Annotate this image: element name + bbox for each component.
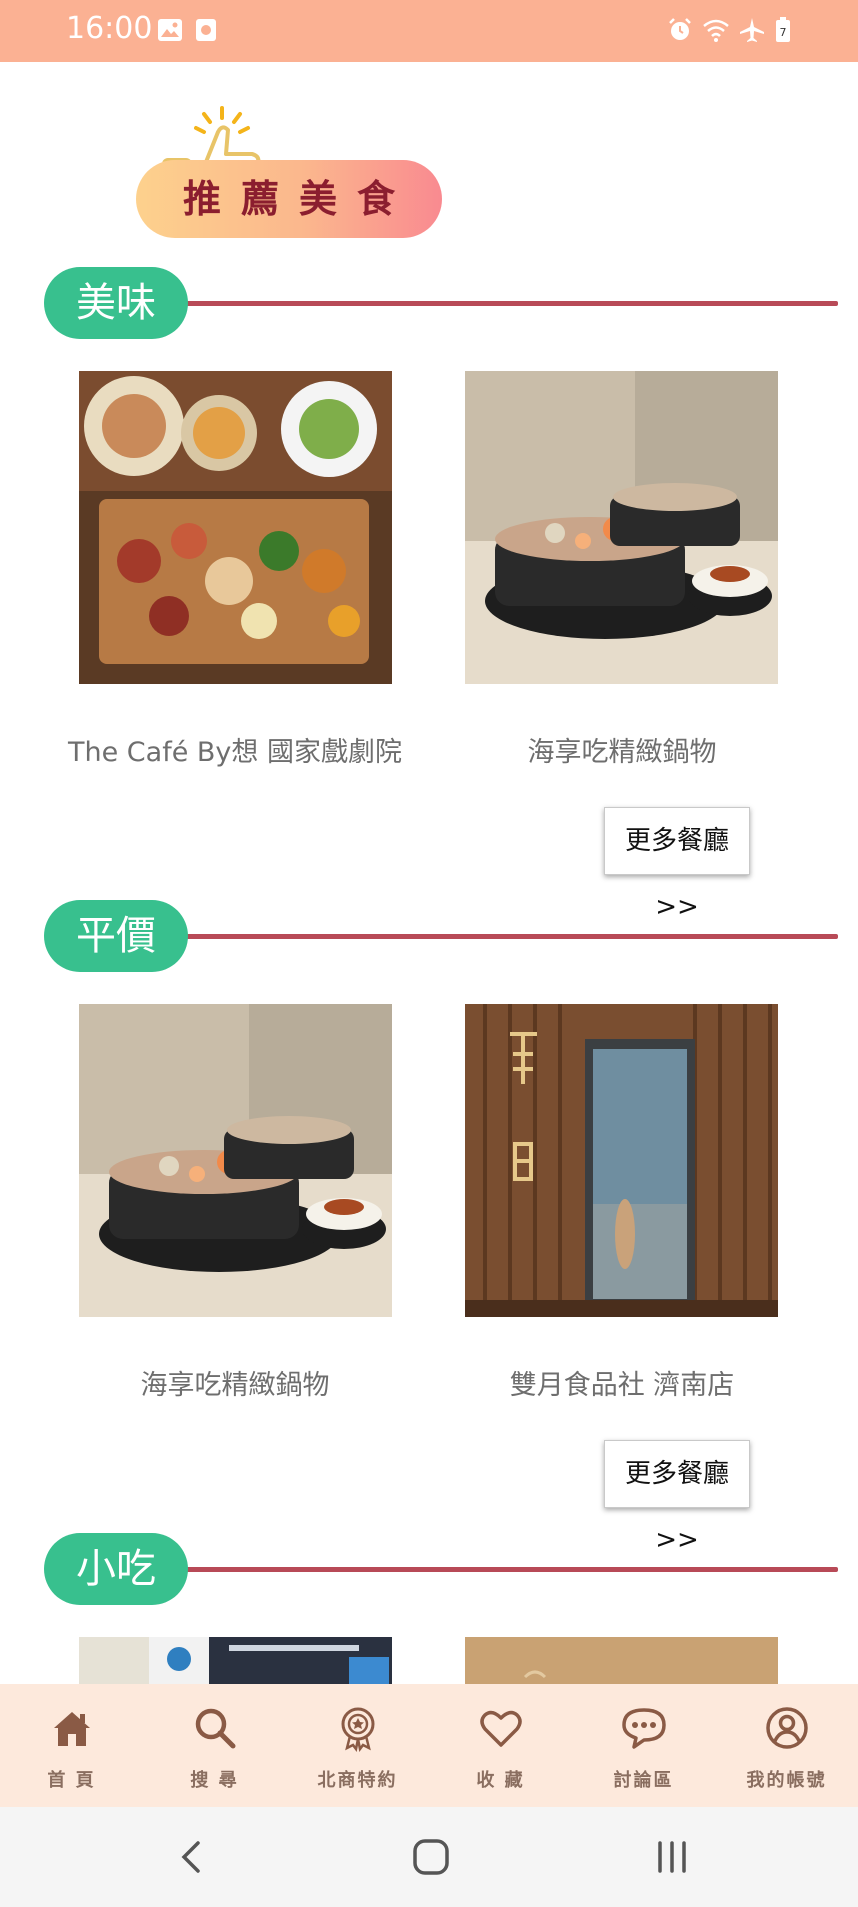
restaurant-card-image[interactable] bbox=[79, 1004, 392, 1317]
hero-title: 推薦美食 bbox=[182, 176, 415, 221]
content-scroll-area[interactable]: 推薦美食 美味 The Café By想 國家戲劇院 海享吃精緻鍋物 更多餐廳>… bbox=[0, 62, 858, 1684]
section-divider bbox=[184, 934, 838, 939]
wifi-icon bbox=[703, 19, 729, 42]
more-restaurants-button[interactable]: 更多餐廳>> bbox=[604, 807, 750, 922]
hotpot-food-photo bbox=[465, 371, 778, 684]
home-circle-icon[interactable] bbox=[411, 1835, 451, 1879]
nav-label: 首 頁 bbox=[47, 1770, 96, 1791]
nav-label: 討論區 bbox=[613, 1770, 674, 1791]
chat-icon bbox=[621, 1708, 666, 1749]
section-divider bbox=[184, 301, 838, 306]
battery-level: 7 bbox=[780, 26, 787, 39]
nav-label: 搜 尋 bbox=[190, 1770, 239, 1791]
section-label: 小吃 bbox=[44, 1533, 188, 1605]
image-icon bbox=[158, 19, 182, 41]
status-time: 16:00 bbox=[66, 11, 153, 46]
nav-item-search[interactable]: 搜 尋 bbox=[143, 1684, 286, 1807]
heart-icon bbox=[479, 1710, 522, 1747]
restaurant-card-image[interactable] bbox=[79, 371, 392, 684]
bottom-navigation: 首 頁 搜 尋 北商特約 收 藏 討論區 我的帳號 bbox=[0, 1684, 858, 1807]
home-icon bbox=[53, 1712, 90, 1746]
restaurant-card-title[interactable]: The Café By想 國家戲劇院 bbox=[40, 730, 430, 769]
alarm-icon bbox=[669, 18, 691, 40]
section-label: 平價 bbox=[44, 900, 188, 972]
nav-item-partners[interactable]: 北商特約 bbox=[286, 1684, 429, 1807]
status-bar: 16:00 7 bbox=[0, 0, 858, 62]
section-divider bbox=[184, 1567, 838, 1572]
restaurant-card-title[interactable]: 海享吃精緻鍋物 bbox=[40, 1363, 430, 1402]
section-header-snacks: 小吃 bbox=[44, 1533, 838, 1605]
nav-item-home[interactable]: 首 頁 bbox=[0, 1684, 143, 1807]
recents-icon[interactable] bbox=[652, 1837, 692, 1877]
back-icon[interactable] bbox=[172, 1837, 212, 1877]
nav-label: 我的帳號 bbox=[746, 1770, 827, 1791]
nav-label: 北商特約 bbox=[317, 1770, 398, 1791]
restaurant-card-image[interactable] bbox=[465, 1004, 778, 1317]
nav-item-favorites[interactable]: 收 藏 bbox=[429, 1684, 572, 1807]
restaurant-card-image[interactable] bbox=[465, 1637, 778, 1684]
system-navigation-bar bbox=[0, 1807, 858, 1907]
restaurant-card-title[interactable]: 雙月食品社 濟南店 bbox=[427, 1363, 817, 1402]
nav-item-forum[interactable]: 討論區 bbox=[572, 1684, 715, 1807]
platter-food-photo bbox=[79, 371, 392, 684]
section-header-delicious: 美味 bbox=[44, 267, 838, 339]
airplane-mode-icon bbox=[740, 18, 764, 42]
snack-shop-photo bbox=[465, 1637, 778, 1684]
more-restaurants-button[interactable]: 更多餐廳>> bbox=[604, 1440, 750, 1555]
badge-icon bbox=[341, 1707, 374, 1752]
hotpot-food-photo bbox=[79, 1004, 392, 1317]
section-label: 美味 bbox=[44, 267, 188, 339]
restaurant-card-image[interactable] bbox=[465, 371, 778, 684]
restaurant-card-title[interactable]: 海享吃精緻鍋物 bbox=[427, 730, 817, 769]
battery-icon: 7 bbox=[776, 17, 790, 42]
app-notification-icon bbox=[196, 19, 216, 41]
snack-shop-photo bbox=[79, 1637, 392, 1684]
search-icon bbox=[195, 1708, 235, 1749]
account-icon bbox=[765, 1707, 808, 1749]
section-header-affordable: 平價 bbox=[44, 900, 838, 972]
restaurant-card-image[interactable] bbox=[79, 1637, 392, 1684]
storefront-photo bbox=[465, 1004, 778, 1317]
nav-label: 收 藏 bbox=[476, 1770, 525, 1791]
nav-item-account[interactable]: 我的帳號 bbox=[715, 1684, 858, 1807]
